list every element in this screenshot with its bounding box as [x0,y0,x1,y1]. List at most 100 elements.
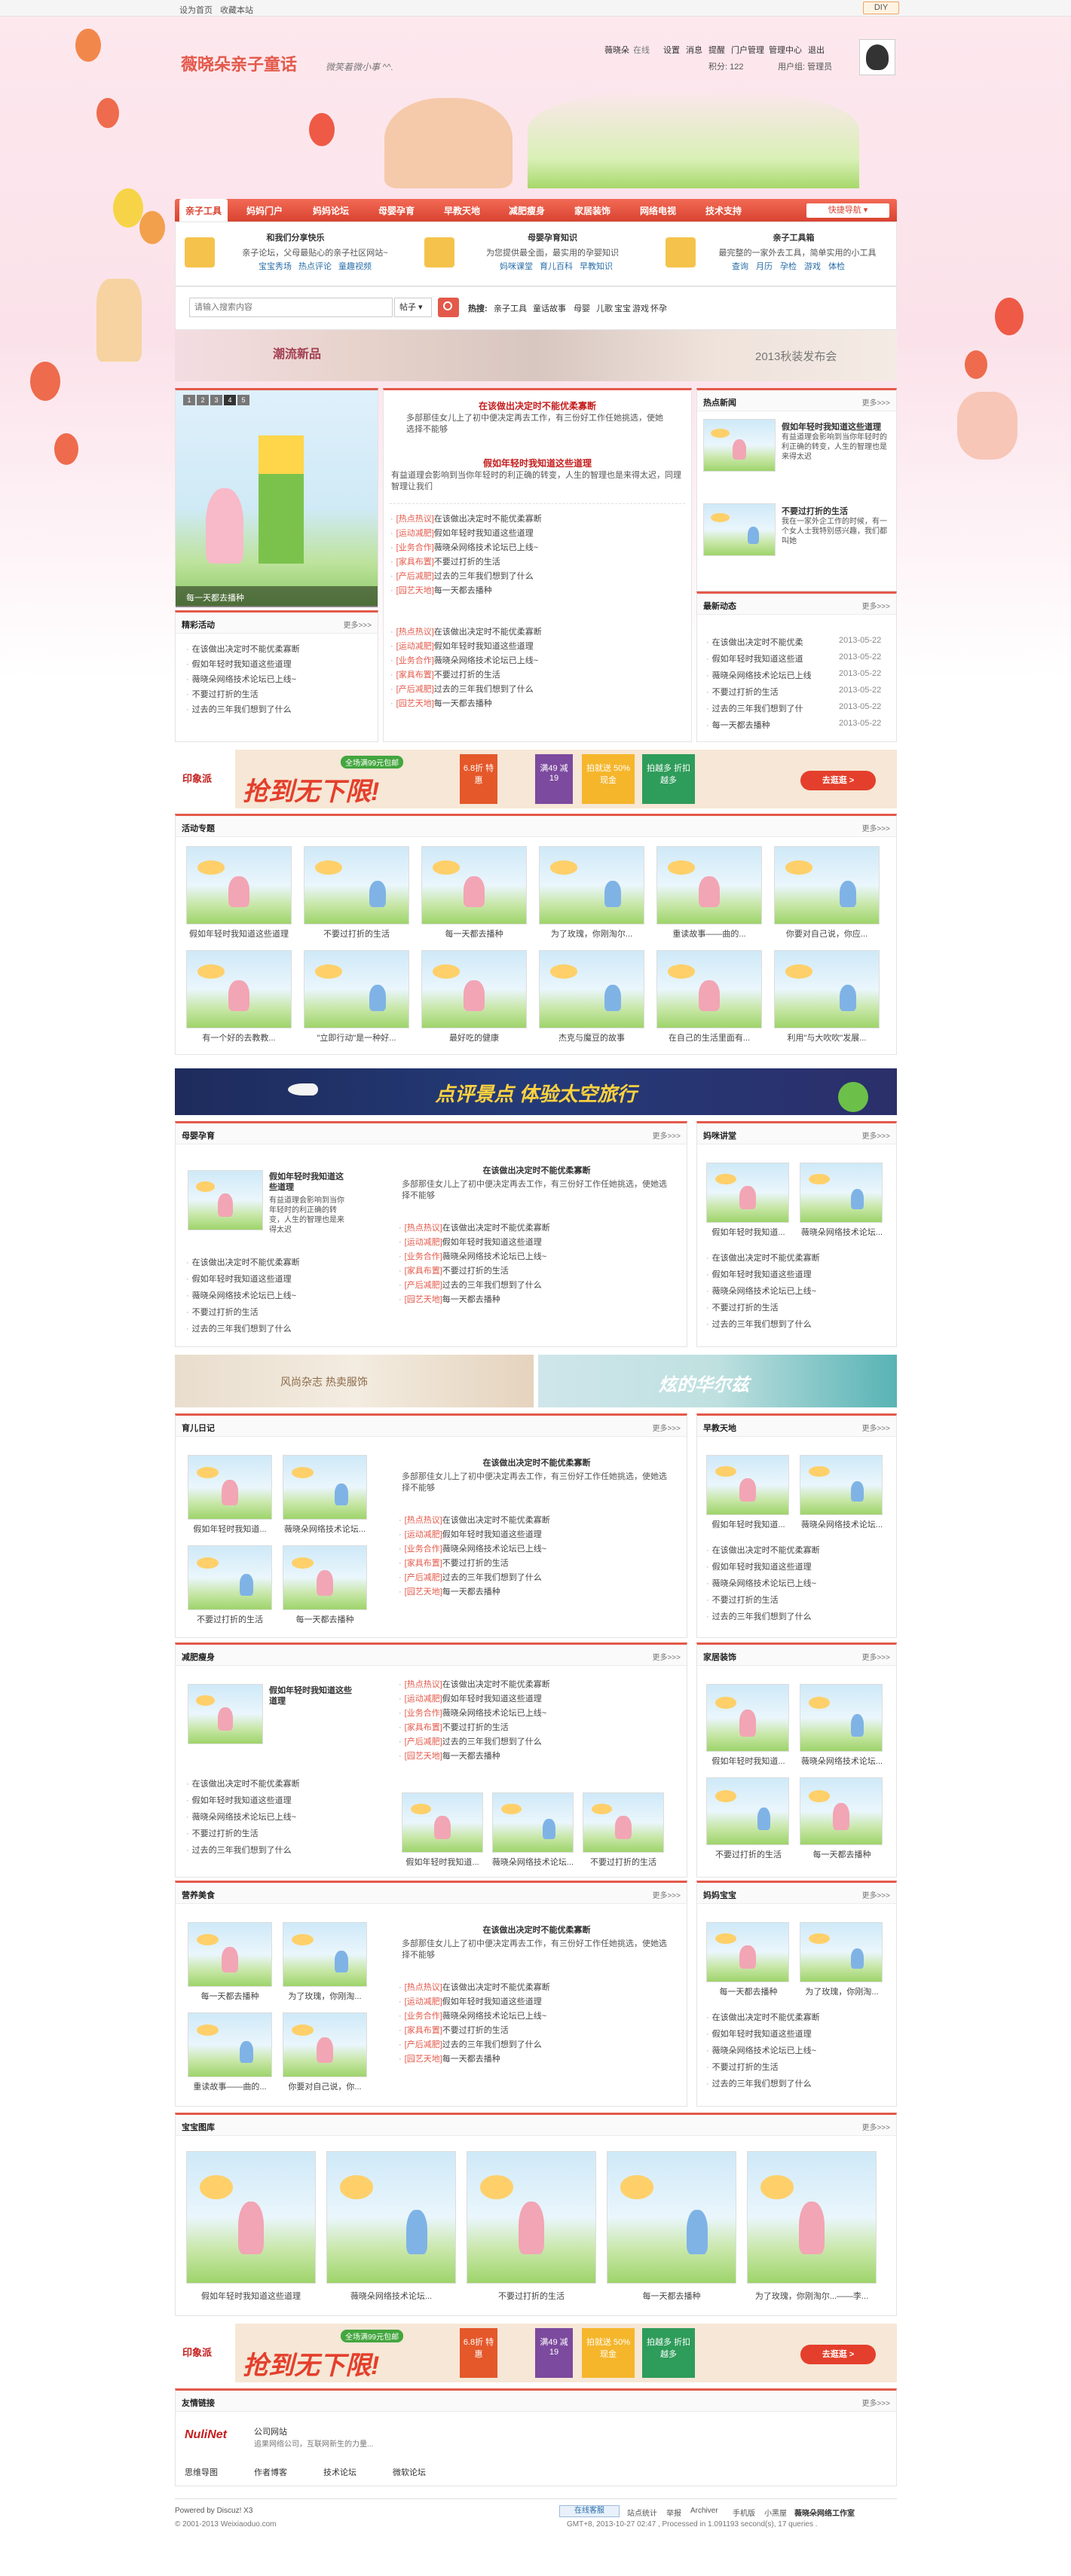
thumb-caption[interactable]: 薇晓朵网络技术论坛... [797,1226,887,1238]
user-link-portal-admin[interactable]: 门户管理 [731,44,764,56]
news-text[interactable]: 薇晓朵网络技术论坛已上线~ [442,2012,546,2021]
friend-link[interactable]: 作者博客 [254,2466,287,2478]
user-link-admin-center[interactable]: 管理中心 [769,44,802,56]
tag-news-item[interactable]: [运动减肥]假如年轻时我知道这些道理 [399,1236,542,1248]
footer-powered[interactable]: Powered by Discuz! X3 [175,2507,252,2515]
list-item[interactable]: 不要过打折的生活 [706,2061,779,2073]
section-thumbnail[interactable] [283,2012,367,2077]
site-logo[interactable]: 薇晓朵亲子童话 [181,51,297,75]
news-tag[interactable]: [运动减肥] [405,1530,442,1539]
more-link[interactable]: 更多>>> [652,1129,681,1141]
feature-title[interactable]: 亲子工具箱 [696,231,892,243]
headline-title[interactable]: 假如年轻时我知道这些道理 [384,457,691,469]
news-tag[interactable]: [热点热议] [405,1224,442,1233]
search-input[interactable] [189,298,393,317]
feature-title[interactable]: 和我们分享快乐 [176,231,415,243]
news-text[interactable]: 不要过打折的生活 [442,2026,509,2035]
news-text[interactable]: 在该做出决定时不能优柔寡断 [442,1680,550,1689]
topic-caption[interactable]: 最好吃的健康 [418,1031,530,1044]
feature-link[interactable]: 育儿百科 [540,260,573,272]
gallery-caption[interactable]: 薇晓朵网络技术论坛... [323,2290,459,2302]
topic-caption[interactable]: 在自己的生活里面有... [653,1031,765,1044]
gallery-caption[interactable]: 假如年轻时我知道这些道理 [183,2290,319,2302]
more-link[interactable]: 更多>>> [861,1651,890,1662]
quick-nav-button[interactable]: 快捷导航 ▾ [806,203,889,218]
section-thumbnail[interactable] [188,1922,272,1987]
gallery-caption[interactable]: 不要过打折的生活 [464,2290,599,2302]
news-text[interactable]: 薇晓朵网络技术论坛已上线~ [442,1545,546,1554]
ad-banner[interactable]: 印象派 全场满99元包邮 抢到无下限! 6.8折 特惠 满49 减19 拍就送 … [175,2324,897,2382]
section-thumbnail[interactable] [188,2012,272,2077]
topic-caption[interactable]: 你要对自己说，你应... [771,927,883,940]
headline-title[interactable]: 在该做出决定时不能优柔寡断 [384,399,691,412]
list-item[interactable]: 过去的三年我们想到了什么 [706,1318,812,1330]
news-tag[interactable]: [运动减肥] [405,1694,442,1704]
username[interactable]: 薇晓朵 [604,44,629,56]
section-thumbnail[interactable] [800,1777,883,1845]
tag-news-item[interactable]: [产后减肥]过去的三年我们想到了什么 [399,1571,542,1583]
section-thumbnail[interactable] [188,1684,263,1744]
list-item[interactable]: 薇晓朵网络技术论坛已上线~ [706,1577,816,1589]
section-thumbnail[interactable] [706,1777,789,1845]
section-thumbnail[interactable] [283,1922,367,1987]
news-tag[interactable]: [园艺天地] [405,1752,442,1761]
list-item[interactable]: 在该做出决定时不能优柔寡断 [706,1251,820,1264]
news-tag[interactable]: [热点热议] [396,628,434,637]
friend-title[interactable]: 公司网站 [254,2425,287,2437]
list-item[interactable]: 过去的三年我们想到了什么 [186,1844,292,1856]
head-title[interactable]: 在该做出决定时不能优柔寡断 [390,1164,684,1176]
tag-news-item[interactable]: [产后减肥]过去的三年我们想到了什么 [399,1735,542,1747]
news-tag[interactable]: [产后减肥] [396,572,434,581]
list-item[interactable]: 假如年轻时我知道这些道理 [186,1273,292,1285]
topic-caption[interactable]: 为了玫瑰，你刚淘尔... [536,927,647,940]
tag-news-item[interactable]: [园艺天地]每一天都去播种 [399,1585,500,1597]
tag-news-item[interactable]: [园艺天地]每一天都去播种 [399,1293,500,1305]
news-text[interactable]: 每一天都去播种 [442,1295,500,1304]
head-title[interactable]: 在该做出决定时不能优柔寡断 [390,1456,684,1468]
news-tag[interactable]: [业务合作] [405,1709,442,1718]
news-text[interactable]: 每一天都去播种 [434,699,492,708]
nav-item-early-edu[interactable]: 早教天地 [444,204,480,217]
set-home-link[interactable]: 设为首页 [179,4,213,16]
tag-news-item[interactable]: [业务合作]薇晓朵网络技术论坛已上线~ [399,1250,547,1262]
list-item[interactable]: 过去的三年我们想到了什么 [186,703,292,715]
head-title[interactable]: 在该做出决定时不能优柔寡断 [390,1924,684,1936]
nav-item-mama-forum[interactable]: 妈妈论坛 [313,204,349,217]
news-tag[interactable]: [热点热议] [396,515,434,524]
news-thumbnail[interactable] [703,419,776,472]
section-thumbnail[interactable] [188,1170,263,1230]
feature-link[interactable]: 月历 [756,260,773,272]
list-item[interactable]: 薇晓朵网络技术论坛已上线~ [186,1811,296,1823]
thumb-caption[interactable]: 假如年轻时我知道... [703,1755,794,1767]
tag-news-item[interactable]: [热点热议]在该做出决定时不能优柔寡断 [399,1221,550,1233]
thumb-caption[interactable]: 薇晓朵网络技术论坛... [797,1755,887,1767]
news-tag[interactable]: [产后减肥] [405,1737,442,1746]
footer-link[interactable]: 站点统计 [627,2507,657,2518]
news-tag[interactable]: [热点热议] [405,1680,442,1689]
news-text[interactable]: 假如年轻时我知道这些道理 [442,1997,542,2006]
news-tag[interactable]: [业务合作] [405,2012,442,2021]
section-thumbnail[interactable] [583,1792,664,1853]
topic-thumbnail[interactable] [539,950,644,1028]
gallery-thumbnail[interactable] [467,2151,596,2284]
thumb-caption[interactable]: 不要过打折的生活 [580,1856,667,1868]
gallery-thumbnail[interactable] [186,2151,316,2284]
news-text[interactable]: 过去的三年我们想到了什么 [442,1573,542,1582]
hot-search-link[interactable]: 儿歌 [596,302,613,314]
gallery-caption[interactable]: 每一天都去播种 [604,2290,739,2302]
more-link[interactable]: 更多>>> [861,1422,890,1433]
more-link[interactable]: 更多>>> [652,1651,681,1662]
news-text[interactable]: 不要过打折的生活 [434,671,500,680]
tag-news-item[interactable]: [热点热议]在该做出决定时不能优柔寡断 [390,625,542,637]
online-service-button[interactable]: 在线客服 [559,2505,620,2517]
tag-news-item[interactable]: [热点热议]在该做出决定时不能优柔寡断 [390,512,542,524]
news-tag[interactable]: [园艺天地] [396,586,434,595]
section-thumbnail[interactable] [188,1455,272,1520]
tag-news-item[interactable]: [园艺天地]每一天都去播种 [390,697,492,709]
topic-thumbnail[interactable] [774,846,880,924]
topic-caption[interactable]: 每一天都去播种 [418,927,530,940]
news-tag[interactable]: [业务合作] [396,656,434,665]
more-link[interactable]: 更多>>> [861,1129,890,1141]
thumb-caption[interactable]: 薇晓朵网络技术论坛... [797,1518,887,1530]
user-link-settings[interactable]: 设置 [663,44,680,56]
